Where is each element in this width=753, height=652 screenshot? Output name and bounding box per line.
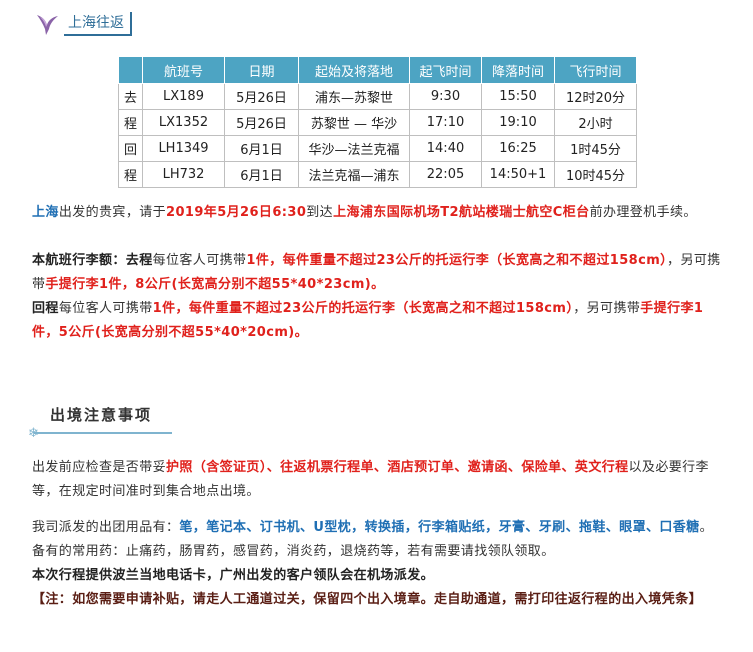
checked-baggage-highlight: 1件，每件重量不超过23公斤的托运行李（长宽高之和不超过158cm） <box>152 301 574 316</box>
arrival-time: 16:25 <box>481 135 555 162</box>
text: 出发的贵宾，请于 <box>58 205 167 220</box>
col-header: 飞行时间 <box>554 56 637 84</box>
flight-number: LH732 <box>142 161 225 188</box>
divider <box>34 432 172 434</box>
snowflake-icon: ❄ <box>28 426 39 441</box>
table-row: 去 LX189 5月26日 浦东—苏黎世 9:30 15:50 12时20分 <box>118 83 637 110</box>
supplies-paragraph: 我司派发的出团用品有：笔，笔记本、订书机、U型枕，转换插，行李箱贴纸，牙膏、牙刷… <box>32 516 722 564</box>
col-header: 日期 <box>224 56 299 84</box>
departure-time: 9:30 <box>409 83 482 110</box>
text: 前办理登机手续。 <box>589 205 697 220</box>
note-text: 【注：如您需要申请补贴，请走人工通道过关，保留四个出入境章。走自助通道，需打印往… <box>32 592 703 607</box>
flight-date: 6月1日 <box>224 135 299 162</box>
col-header: 航班号 <box>142 56 225 84</box>
flight-duration: 10时45分 <box>554 161 637 188</box>
note-paragraph: 【注：如您需要申请补贴，请走人工通道过关，保留四个出入境章。走自助通道，需打印往… <box>32 588 722 612</box>
return-label: 回程 <box>32 301 59 316</box>
text: ，另可携带 <box>573 301 641 316</box>
bird-icon <box>37 15 58 35</box>
table-row: 程 LX1352 5月26日 苏黎世 — 华沙 17:10 19:10 2小时 <box>118 109 637 136</box>
supplies-highlight: 笔，笔记本、订书机、U型枕，转换插，行李箱贴纸，牙膏、牙刷、拖鞋、眼罩、口香糖 <box>179 520 700 535</box>
direction-label: 程 <box>118 109 143 136</box>
baggage-go-paragraph: 本航班行李额：去程每位客人可携带1件，每件重量不超过23公斤的托运行李（长宽高之… <box>32 249 722 297</box>
flight-table: 航班号 日期 起始及将落地 起飞时间 降落时间 飞行时间 去 LX189 5月2… <box>118 56 637 188</box>
flight-duration: 12时20分 <box>554 83 637 110</box>
document-check-paragraph: 出发前应检查是否带妥护照（含签证页）、往返机票行程单、酒店预订单、邀请函、保险单… <box>32 456 722 504</box>
table-row: 程 LH732 6月1日 法兰克福—浦东 22:05 14:50+1 10时45… <box>118 161 637 188</box>
direction-label: 去 <box>118 83 143 110</box>
table-row: 回 LH1349 6月1日 华沙—法兰克福 14:40 16:25 1时45分 <box>118 135 637 162</box>
notice-title: 出境注意事项 <box>50 406 153 424</box>
flight-date: 5月26日 <box>224 83 299 110</box>
section-header: 上海往返 <box>34 10 132 38</box>
flight-table-header: 航班号 日期 起始及将落地 起飞时间 降落时间 飞行时间 <box>118 56 637 84</box>
col-header: 起始及将落地 <box>298 56 410 84</box>
flight-route: 苏黎世 — 华沙 <box>298 109 410 136</box>
arrival-time: 19:10 <box>481 109 555 136</box>
text: 每位客人可携带 <box>58 301 153 316</box>
baggage-label: 本航班行李额：去程 <box>32 253 153 268</box>
counter-highlight: 上海浦东国际机场T2航站楼瑞士航空C柜台 <box>333 205 590 220</box>
flight-route: 华沙—法兰克福 <box>298 135 410 162</box>
baggage-return-paragraph: 回程每位客人可携带1件，每件重量不超过23公斤的托运行李（长宽高之和不超过158… <box>32 297 722 345</box>
col-header: 降落时间 <box>481 56 555 84</box>
checkin-paragraph: 上海出发的贵宾，请于2019年5月26日6:30到达上海浦东国际机场T2航站楼瑞… <box>32 201 722 225</box>
documents-highlight: 护照（含签证页）、往返机票行程单、酒店预订单、邀请函、保险单、英文行程 <box>166 460 629 475</box>
corner-cell <box>118 56 143 84</box>
departure-time: 22:05 <box>409 161 482 188</box>
arrival-time: 15:50 <box>481 83 555 110</box>
date-highlight: 2019年5月26日6:30 <box>166 205 307 220</box>
arrival-time: 14:50+1 <box>481 161 555 188</box>
direction-label: 程 <box>118 161 143 188</box>
flight-route: 浦东—苏黎世 <box>298 83 410 110</box>
direction-label: 回 <box>118 135 143 162</box>
text: 每位客人可携带 <box>152 253 247 268</box>
city-highlight: 上海 <box>32 205 59 220</box>
text: 我司派发的出团用品有： <box>32 520 180 535</box>
text: 到达 <box>306 205 334 220</box>
flight-number: LH1349 <box>142 135 225 162</box>
flight-route: 法兰克福—浦东 <box>298 161 410 188</box>
flight-number: LX1352 <box>142 109 225 136</box>
header-title: 上海往返 <box>64 12 132 36</box>
col-header: 起飞时间 <box>409 56 482 84</box>
text: 出发前应检查是否带妥 <box>32 460 167 475</box>
phone-card-text: 本次行程提供波兰当地电话卡，广州出发的客户领队会在机场派发。 <box>32 568 435 583</box>
flight-duration: 2小时 <box>554 109 637 136</box>
flight-number: LX189 <box>142 83 225 110</box>
flight-duration: 1时45分 <box>554 135 637 162</box>
checked-baggage-highlight: 1件，每件重量不超过23公斤的托运行李（长宽高之和不超过158cm） <box>246 253 668 268</box>
flight-date: 5月26日 <box>224 109 299 136</box>
flight-date: 6月1日 <box>224 161 299 188</box>
departure-time: 17:10 <box>409 109 482 136</box>
phone-card-paragraph: 本次行程提供波兰当地电话卡，广州出发的客户领队会在机场派发。 <box>32 564 722 588</box>
departure-time: 14:40 <box>409 135 482 162</box>
carryon-highlight: 手提行李1件，8公斤(长宽高分别不超55*40*23cm)。 <box>45 277 385 292</box>
